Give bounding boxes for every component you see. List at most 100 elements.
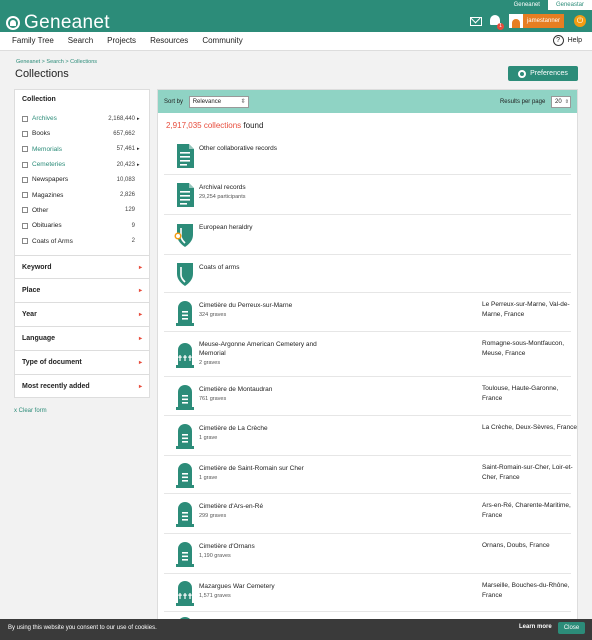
collection-filter-item[interactable]: Magazines 2,826 <box>22 187 142 202</box>
result-title[interactable]: Other collaborative records <box>199 144 339 153</box>
logout-power-icon[interactable]: ⏻ <box>574 15 586 27</box>
result-item[interactable]: Cimetière de Saint-Romain sur Cher 1 grav… <box>164 456 573 494</box>
expand-arrow-icon[interactable]: ▸ <box>137 162 142 168</box>
document-icon <box>174 182 196 208</box>
result-title[interactable]: Cimetière d'Ornans 1,190 graves <box>199 542 339 561</box>
collection-filter-label[interactable]: Memorials <box>32 146 117 153</box>
result-subtitle: 29,254 participants <box>199 194 246 200</box>
preferences-button[interactable]: Preferences <box>508 66 578 81</box>
result-title[interactable]: Archival records 29,254 participants <box>199 183 339 202</box>
expand-arrow-icon[interactable]: ▸ <box>137 116 142 122</box>
collection-filter-label[interactable]: Books <box>32 130 113 137</box>
chevron-right-icon: ▸ <box>138 264 142 271</box>
help-label: Help <box>567 37 582 44</box>
facet-filter[interactable]: Type of document ▸ <box>15 349 149 374</box>
result-title[interactable]: Cimetière de Montaudran 761 graves <box>199 385 339 404</box>
result-item[interactable]: Other collaborative records <box>164 136 571 175</box>
result-title[interactable]: Cimetière du Perreux-sur-Marne 324 graves <box>199 301 339 320</box>
collection-filter-label[interactable]: Cemeteries <box>32 161 117 168</box>
filter-checkbox[interactable] <box>22 192 28 199</box>
collection-filter-item[interactable]: Newspapers 10,083 <box>22 172 142 187</box>
result-item[interactable]: Cimetière de La Crèche 1 grave La Crèche, … <box>164 416 577 456</box>
result-item[interactable]: Archival records 29,254 participants <box>164 175 571 215</box>
result-title[interactable]: Cimetière de La Crèche 1 grave <box>199 424 339 443</box>
preferences-label: Preferences <box>530 70 568 77</box>
facet-filter[interactable]: Keyword ▸ <box>15 254 149 279</box>
nav-projects[interactable]: Projects <box>107 36 136 45</box>
filter-checkbox[interactable] <box>22 176 28 183</box>
result-item[interactable]: Cimetière du Perreux-sur-Marne 324 graves… <box>164 293 571 332</box>
collection-filter-item[interactable]: Books 657,662 <box>22 126 142 141</box>
nav-family-tree[interactable]: Family Tree <box>12 36 54 45</box>
sort-select[interactable]: Relevance <box>188 95 249 108</box>
collection-filter-item[interactable]: Obituaries 9 <box>22 218 142 233</box>
result-subtitle: 761 graves <box>199 396 227 402</box>
result-title[interactable]: Mazargues War Cemetery 1,571 graves <box>199 582 339 601</box>
result-location: Saint-Romain-sur-Cher, Loir-et-Cher, Fra… <box>482 464 573 481</box>
top-header: Geneanet Geneastar Geneanet 1 jamestanne… <box>0 0 592 34</box>
result-subtitle: 1,190 graves <box>199 553 231 559</box>
facet-filter[interactable]: Place ▸ <box>15 278 149 302</box>
nav-resources[interactable]: Resources <box>150 36 188 45</box>
cookie-close-button[interactable]: Close <box>558 622 585 634</box>
expand-arrow-icon[interactable]: ▸ <box>137 146 142 152</box>
result-title[interactable]: Cimetière d'Ars-en-Ré 299 graves <box>199 502 339 521</box>
nav-community[interactable]: Community <box>202 36 242 45</box>
result-item[interactable]: Cimetière d'Ars-en-Ré 299 graves Ars-en-Ré… <box>164 494 571 534</box>
collection-filter-item[interactable]: Coats of Arms 2 <box>22 233 142 248</box>
filter-checkbox[interactable] <box>22 115 28 122</box>
clear-form-link[interactable]: x Clear form <box>14 408 47 414</box>
result-title[interactable]: Cimetière de Saint-Romain sur Cher 1 grav… <box>199 464 339 483</box>
collection-filter-label[interactable]: Magazines <box>32 192 120 199</box>
subtab-geneanet[interactable]: Geneanet <box>505 0 548 10</box>
breadcrumb[interactable]: Geneanet > Search > Collections <box>16 59 97 65</box>
facet-filter[interactable]: Most recently added ▸ <box>15 373 149 398</box>
filter-checkbox[interactable] <box>22 207 28 214</box>
result-title[interactable]: European heraldry <box>199 223 339 232</box>
result-location: Ornans, Doubs, France <box>482 542 550 549</box>
result-item[interactable]: Cimetière d'Ornans 1,190 graves Ornans, Do… <box>164 534 571 574</box>
gravestone-icon <box>174 541 196 567</box>
result-title[interactable]: Coats of arms <box>199 263 339 272</box>
filter-checkbox[interactable] <box>22 130 28 137</box>
help-link[interactable]: ? Help <box>552 35 582 46</box>
collection-filter-count: 2,826 <box>119 192 135 199</box>
facet-filter[interactable]: Year ▸ <box>15 302 149 326</box>
gravestone-icon <box>174 300 196 326</box>
result-title[interactable]: Meuse-Argonne American Cemetery and Memo… <box>199 340 339 368</box>
filter-checkbox[interactable] <box>22 146 28 153</box>
result-location: Le Perreux-sur-Marne, Val-de-Marne, Fran… <box>482 301 570 318</box>
filter-checkbox[interactable] <box>22 222 28 229</box>
collection-filter-count: 129 <box>124 207 135 214</box>
collection-filter-item[interactable]: Memorials 57,461 ▸ <box>22 142 142 157</box>
result-item[interactable]: Coats of arms <box>164 255 571 293</box>
collection-filter-label[interactable]: Archives <box>32 115 108 122</box>
per-page-select[interactable]: 20 <box>551 95 571 108</box>
mail-icon[interactable] <box>469 16 482 26</box>
geneanet-logo[interactable]: Geneanet <box>6 12 110 34</box>
filter-checkbox[interactable] <box>22 238 28 245</box>
result-item[interactable]: European heraldry <box>164 215 571 255</box>
avatar <box>508 14 523 28</box>
collection-filter-item[interactable]: Cemeteries 20,423 ▸ <box>22 157 142 172</box>
subtab-geneastar[interactable]: Geneastar <box>547 0 592 10</box>
chevron-right-icon: ▸ <box>138 383 142 390</box>
nav-search[interactable]: Search <box>68 36 93 45</box>
filter-checkbox[interactable] <box>22 161 28 168</box>
learn-more-link[interactable]: Learn more <box>519 624 552 630</box>
collection-filter-item[interactable]: Archives 2,168,440 ▸ <box>22 111 142 126</box>
notifications-button[interactable]: 1 <box>489 15 504 30</box>
chevron-right-icon: ▸ <box>138 335 142 342</box>
result-item[interactable]: Mazargues War Cemetery 1,571 graves Marsei… <box>164 574 571 612</box>
collection-filter-label[interactable]: Coats of Arms <box>32 238 132 245</box>
collection-filter-item[interactable]: Other 129 <box>22 203 142 218</box>
result-item[interactable]: Meuse-Argonne American Cemetery and Memo… <box>164 332 571 377</box>
result-subtitle: 324 graves <box>199 312 227 318</box>
user-menu[interactable]: jamestanner <box>508 14 564 28</box>
collection-filter-label[interactable]: Obituaries <box>32 222 132 229</box>
collection-filter-label[interactable]: Other <box>32 207 125 214</box>
found-suffix: found <box>241 121 264 130</box>
facet-filter[interactable]: Language ▸ <box>15 326 149 350</box>
result-item[interactable]: Cimetière de Montaudran 761 graves Toulous… <box>164 377 571 416</box>
collection-filter-label[interactable]: Newspapers <box>32 176 117 183</box>
